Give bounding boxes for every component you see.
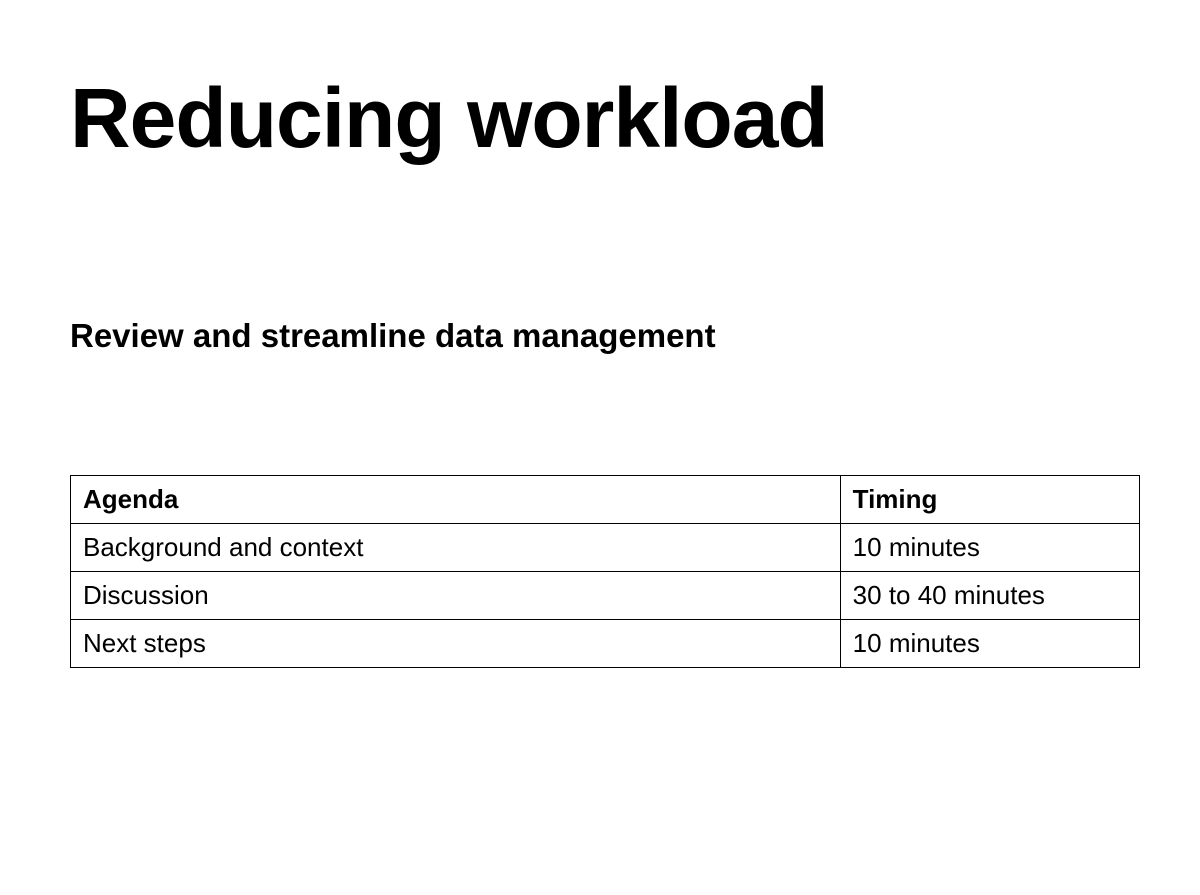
table-header-row: Agenda Timing: [71, 476, 1140, 524]
header-timing: Timing: [840, 476, 1139, 524]
page-subtitle: Review and streamline data management: [70, 317, 1140, 355]
cell-agenda: Discussion: [71, 572, 841, 620]
cell-timing: 30 to 40 minutes: [840, 572, 1139, 620]
cell-timing: 10 minutes: [840, 620, 1139, 668]
cell-agenda: Next steps: [71, 620, 841, 668]
page-title: Reducing workload: [70, 70, 1140, 167]
cell-agenda: Background and context: [71, 524, 841, 572]
cell-timing: 10 minutes: [840, 524, 1139, 572]
header-agenda: Agenda: [71, 476, 841, 524]
agenda-table: Agenda Timing Background and context 10 …: [70, 475, 1140, 668]
table-row: Background and context 10 minutes: [71, 524, 1140, 572]
table-row: Next steps 10 minutes: [71, 620, 1140, 668]
table-row: Discussion 30 to 40 minutes: [71, 572, 1140, 620]
